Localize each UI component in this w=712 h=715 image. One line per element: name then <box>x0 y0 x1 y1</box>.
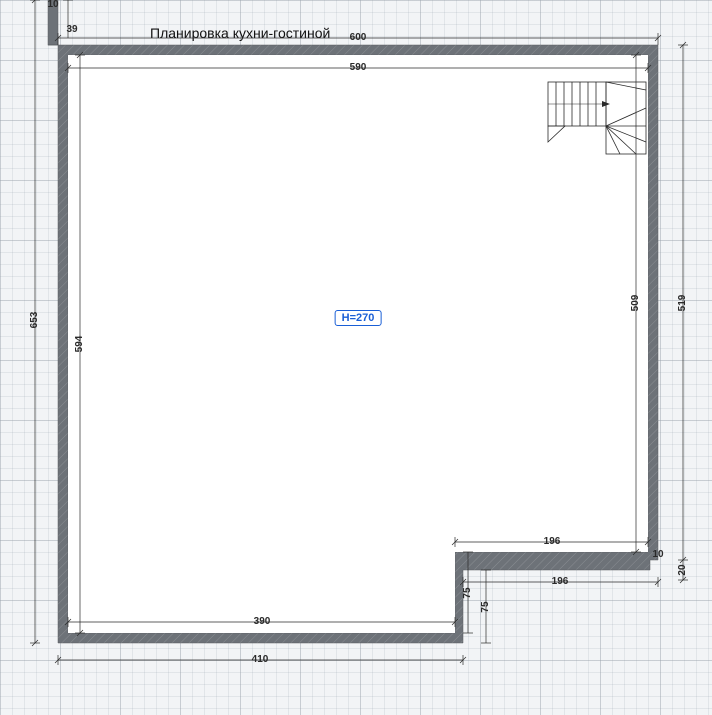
ceiling-height-badge: H=270 <box>335 310 382 326</box>
dim-label: 75 <box>463 587 473 598</box>
dim-label: 509 <box>631 295 641 312</box>
dim-label: 10 <box>652 550 663 560</box>
dim-label: 390 <box>254 617 271 627</box>
dim-label: 75 <box>481 601 491 612</box>
dim-label: 590 <box>350 63 367 73</box>
dim-label: 600 <box>350 33 367 43</box>
dim-label: 410 <box>252 655 269 665</box>
dim-label: 519 <box>678 295 688 312</box>
floorplan-canvas[interactable]: Планировка кухни-гостиной <box>0 0 712 715</box>
floorplan-svg <box>0 0 712 715</box>
dim-label: 20 <box>678 564 688 575</box>
dim-label: 10 <box>47 0 58 10</box>
dim-label: 39 <box>66 25 77 35</box>
dim-label: 196 <box>552 577 569 587</box>
dim-label: 196 <box>544 537 561 547</box>
dim-label: 594 <box>75 336 85 353</box>
dim-label: 653 <box>30 312 40 329</box>
